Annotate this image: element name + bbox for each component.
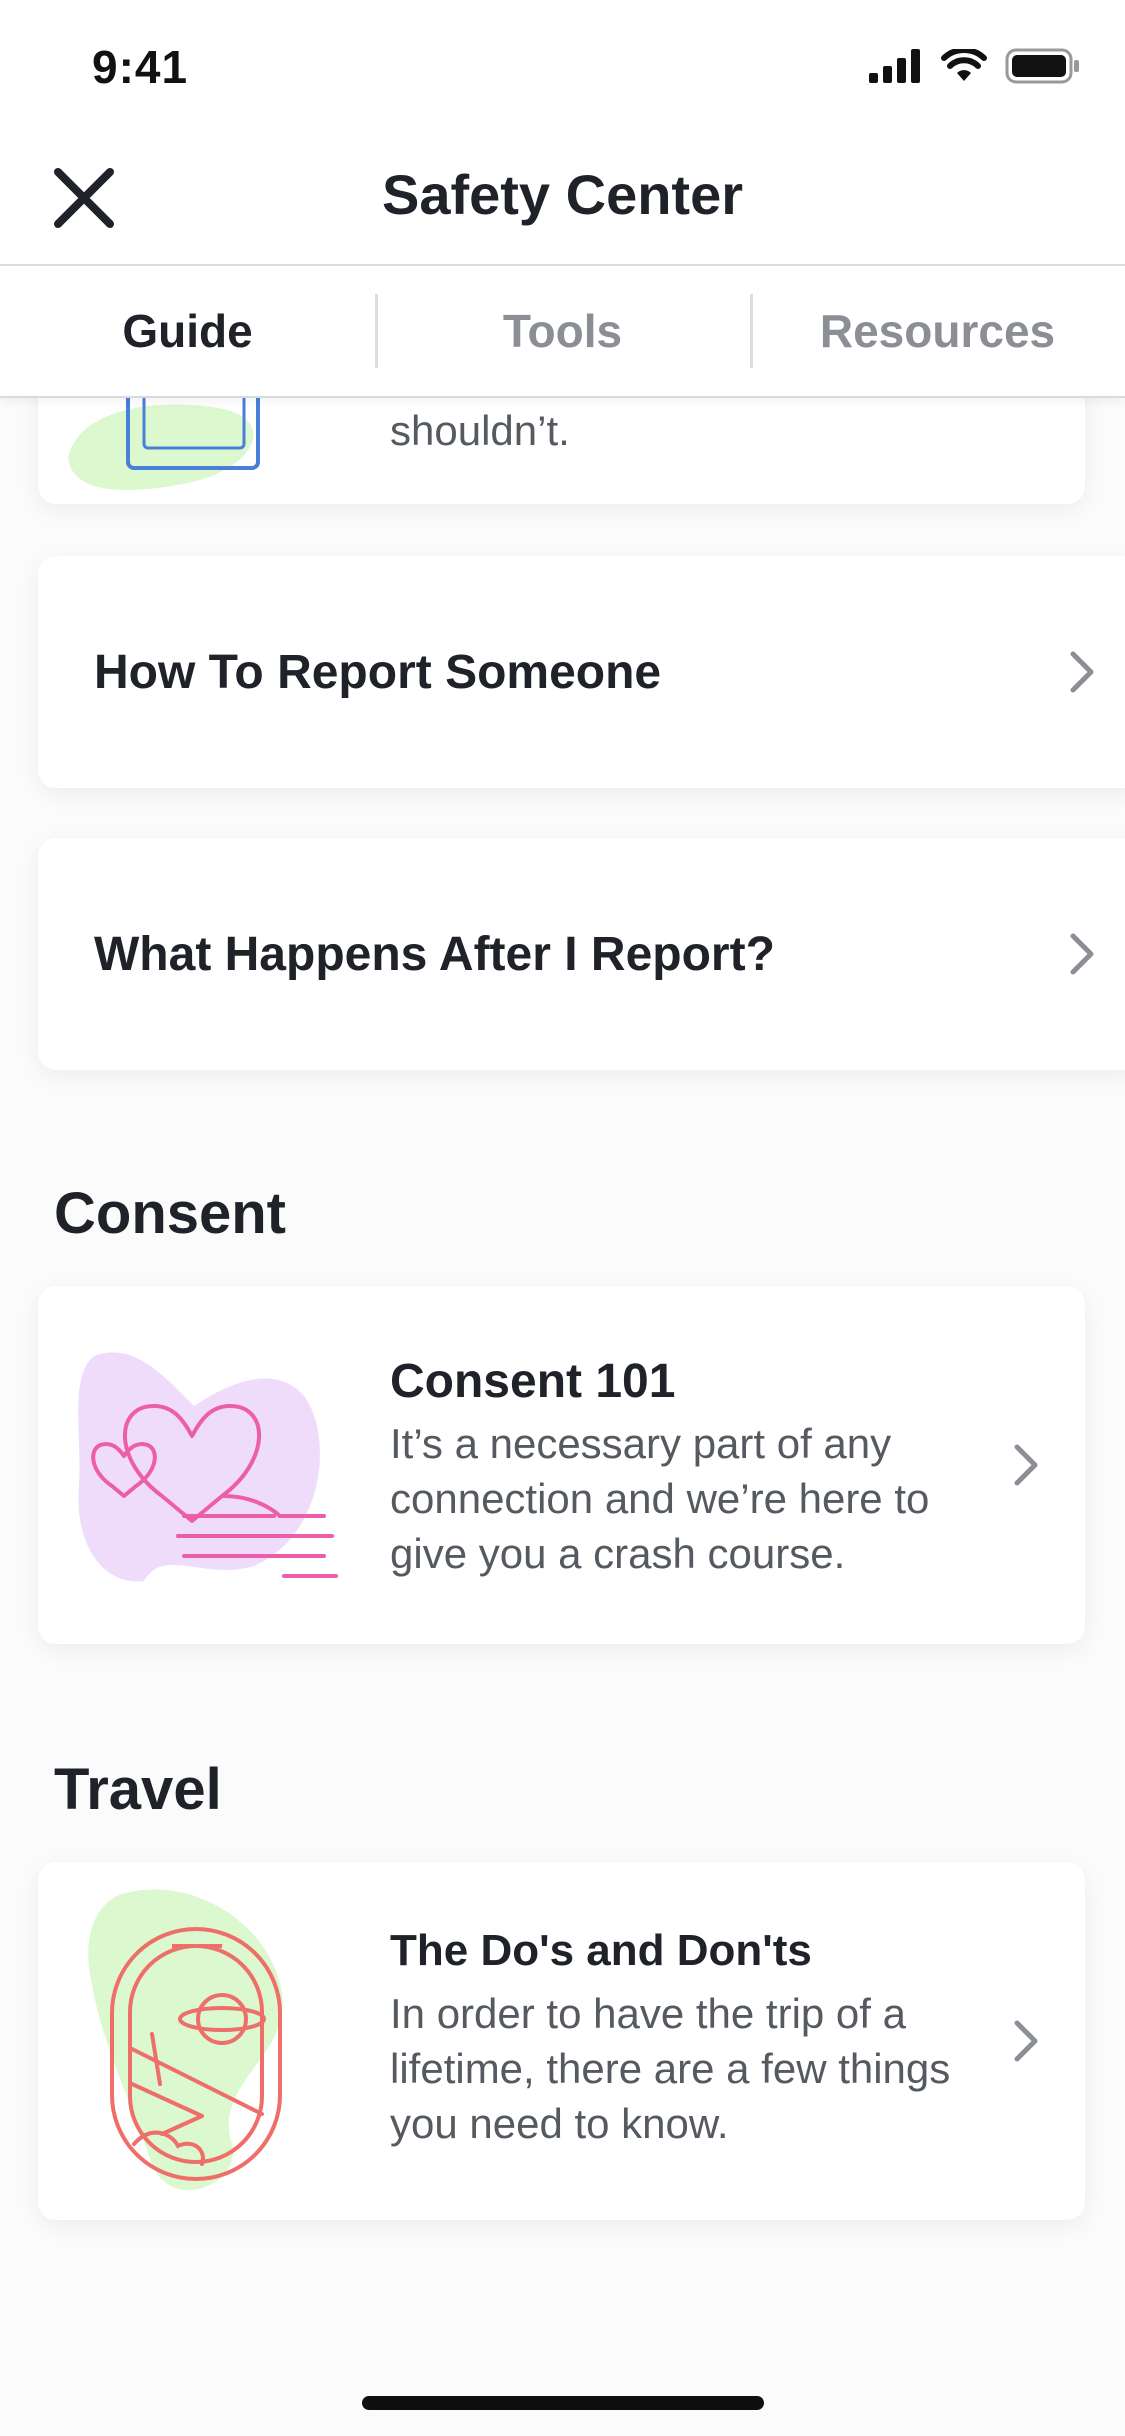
section-heading-travel: Travel: [54, 1757, 222, 1822]
consent-101-title: Consent 101: [390, 1355, 676, 1408]
status-time: 9:41: [92, 41, 189, 93]
partial-guide-card[interactable]: shouldn’t.: [38, 398, 1085, 504]
tab-bar: Guide Tools Resources: [0, 266, 1125, 398]
page-title: Safety Center: [381, 163, 744, 226]
report-someone-title: How To Report Someone: [94, 645, 662, 699]
hearts-hand-icon: [78, 1352, 338, 1582]
signal-icon: [869, 49, 920, 83]
chevron-right-icon: [1014, 1444, 1038, 1486]
status-icons: [869, 48, 1081, 84]
tab-tools[interactable]: Tools: [375, 266, 750, 396]
report-someone-card[interactable]: How To Report Someone: [38, 556, 1125, 788]
section-heading-consent: Consent: [54, 1181, 286, 1246]
consent-101-description: It’s a necessary part of any connection …: [390, 1420, 930, 1577]
home-indicator: [362, 2396, 764, 2410]
consent-101-card[interactable]: Consent 101 It’s a necessary part of any…: [38, 1286, 1085, 1644]
after-report-title: What Happens After I Report?: [94, 927, 775, 981]
tab-guide[interactable]: Guide: [0, 266, 375, 396]
chevron-right-icon: [1014, 2020, 1038, 2062]
dos-and-donts-description: In order to have the trip of a lifetime,…: [390, 1990, 951, 2147]
after-report-card[interactable]: What Happens After I Report?: [38, 838, 1125, 1070]
chevron-right-icon: [1070, 651, 1094, 693]
device-illustration: [68, 398, 260, 491]
chevron-right-icon: [1070, 933, 1094, 975]
airplane-window-icon: [88, 1889, 283, 2191]
nav-bar: Safety Center: [0, 132, 1125, 266]
guide-content[interactable]: shouldn’t. How To Report Someone What Ha…: [0, 398, 1125, 2436]
dos-and-donts-card[interactable]: The Do's and Don'ts In order to have the…: [38, 1862, 1085, 2220]
wifi-icon: [941, 49, 987, 81]
status-bar: 9:41: [0, 0, 1125, 132]
dos-and-donts-title: The Do's and Don'ts: [390, 1926, 812, 1975]
tab-resources[interactable]: Resources: [750, 266, 1125, 396]
partial-card-description: shouldn’t.: [390, 407, 570, 454]
battery-icon: [1005, 48, 1079, 84]
